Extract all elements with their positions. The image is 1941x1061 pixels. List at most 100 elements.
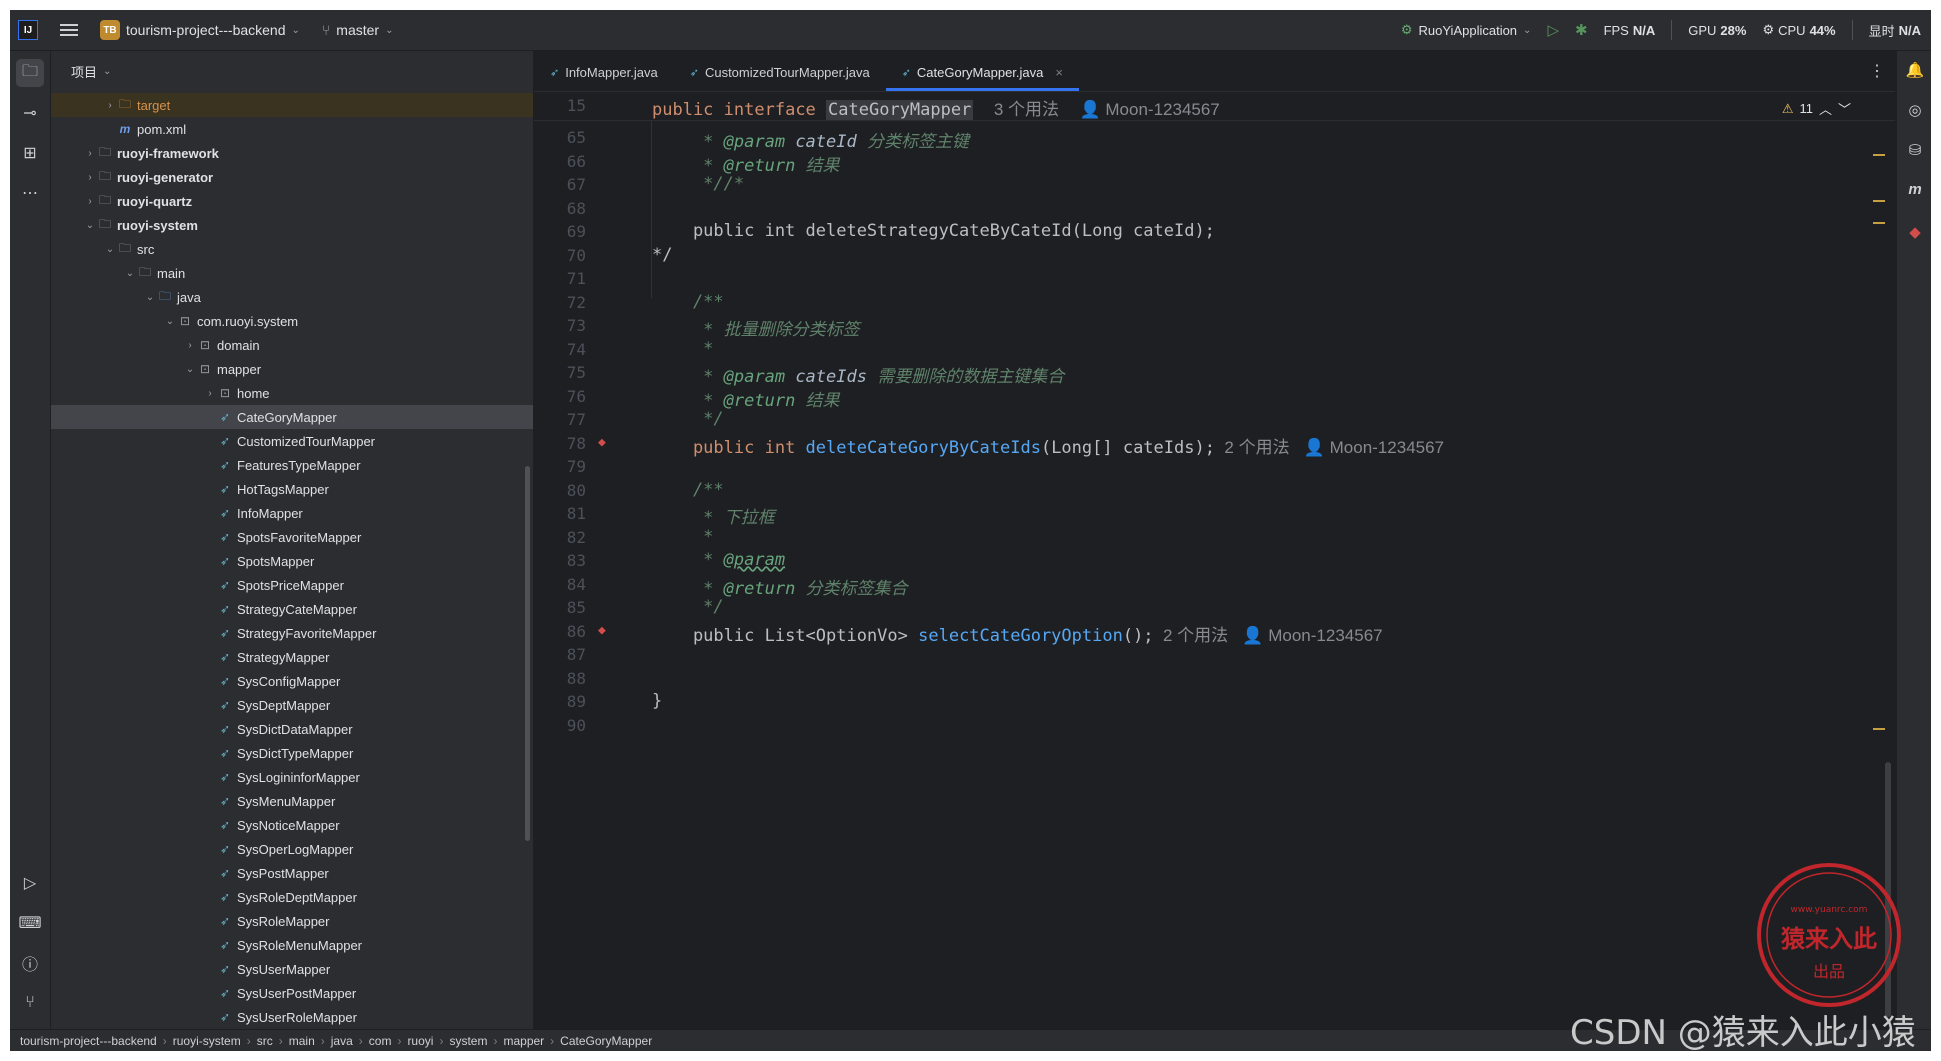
tree-row[interactable]: ➶ StrategyFavoriteMapper	[51, 621, 533, 645]
problems-icon[interactable]: ⓘ	[16, 949, 44, 977]
mybatis-icon[interactable]: ◆	[1905, 223, 1925, 243]
tree-row[interactable]: ➶ CustomizedTourMapper	[51, 429, 533, 453]
maven-icon[interactable]: m	[1905, 181, 1925, 201]
inlay-hint[interactable]: 👤 Moon-1234567	[1304, 438, 1444, 457]
tree-row[interactable]: › 🗀 ruoyi-generator	[51, 165, 533, 189]
tree-row[interactable]: ➶ SysRoleMapper	[51, 909, 533, 933]
code-view[interactable]: 15 public interface CateGoryMapper 3 个用法…	[534, 92, 1895, 1029]
tree-row[interactable]: ➶ SysMenuMapper	[51, 789, 533, 813]
commit-icon[interactable]: ⊸	[16, 99, 44, 127]
tab-options-icon[interactable]: ⋮	[1869, 61, 1885, 81]
chevron-right-icon[interactable]: ›	[103, 100, 117, 111]
editor-tab[interactable]: ➶ InfoMapper.java	[534, 53, 674, 91]
tree-row[interactable]: ➶ SpotsMapper	[51, 549, 533, 573]
chevron-up-icon[interactable]: ︿	[1819, 99, 1832, 118]
sticky-header[interactable]: 15 public interface CateGoryMapper 3 个用法…	[534, 92, 1895, 121]
breadcrumb-item[interactable]: ruoyi-system	[173, 1034, 241, 1048]
tree-row[interactable]: ➶ SysDictTypeMapper	[51, 741, 533, 765]
tree-row[interactable]: ⌄ ⊡ mapper	[51, 357, 533, 381]
tree-row[interactable]: › 🗀 target	[51, 93, 533, 117]
chevron-down-icon[interactable]: ⌄	[143, 292, 157, 303]
tree-row[interactable]: ➶ SysLogininforMapper	[51, 765, 533, 789]
inlay-hint[interactable]: 2 个用法	[1154, 626, 1243, 645]
notifications-icon[interactable]: 🔔	[1905, 61, 1925, 81]
breadcrumb-item[interactable]: src	[257, 1034, 273, 1048]
chevron-down-icon[interactable]: ﹀	[1838, 99, 1851, 118]
tree-row[interactable]: ⌄ 🗀 java	[51, 285, 533, 309]
services-icon[interactable]: ▷	[16, 869, 44, 897]
tree-row[interactable]: ➶ SysDictDataMapper	[51, 717, 533, 741]
tree-row[interactable]: ➶ SysOperLogMapper	[51, 837, 533, 861]
structure-icon[interactable]: ⊞	[16, 139, 44, 167]
error-stripe-mark[interactable]	[1873, 154, 1885, 156]
error-stripe-mark[interactable]	[1873, 728, 1885, 730]
editor-tab[interactable]: ➶ CateGoryMapper.java ×	[885, 53, 1080, 91]
project-panel-header[interactable]: 项目 ⌄	[51, 51, 533, 91]
tree-row[interactable]: ➶ FeaturesTypeMapper	[51, 453, 533, 477]
tree-row[interactable]: ➶ HotTagsMapper	[51, 477, 533, 501]
tree-row[interactable]: ➶ SysRoleDeptMapper	[51, 885, 533, 909]
breadcrumb-item[interactable]: main	[289, 1034, 315, 1048]
chevron-down-icon[interactable]: ⌄	[83, 220, 97, 231]
tree-row[interactable]: › 🗀 ruoyi-quartz	[51, 189, 533, 213]
tree-row[interactable]: ➶ SysDeptMapper	[51, 693, 533, 717]
tree-row[interactable]: m pom.xml	[51, 117, 533, 141]
chevron-right-icon[interactable]: ›	[83, 196, 97, 207]
tree-row[interactable]: ➶ SpotsFavoriteMapper	[51, 525, 533, 549]
chevron-down-icon[interactable]: ⌄	[123, 268, 137, 279]
tree-row[interactable]: › ⊡ home	[51, 381, 533, 405]
breadcrumb-item[interactable]: CateGoryMapper	[560, 1034, 652, 1048]
chevron-right-icon[interactable]: ›	[183, 340, 197, 351]
breadcrumb-item[interactable]: tourism-project---backend	[20, 1034, 157, 1048]
more-tools-icon[interactable]: ⋯	[16, 179, 44, 207]
tree-row[interactable]: ➶ SysUserMapper	[51, 957, 533, 981]
chevron-right-icon[interactable]: ›	[83, 148, 97, 159]
tree-row[interactable]: ➶ SysUserRoleMapper	[51, 1005, 533, 1029]
error-stripe-mark[interactable]	[1873, 222, 1885, 224]
close-tab-icon[interactable]: ×	[1055, 65, 1063, 80]
main-menu-icon[interactable]	[60, 24, 78, 36]
breadcrumb-item[interactable]: mapper	[503, 1034, 544, 1048]
breadcrumb-item[interactable]: ruoyi	[407, 1034, 433, 1048]
tree-row[interactable]: › 🗀 ruoyi-framework	[51, 141, 533, 165]
tree-row[interactable]: ➶ StrategyCateMapper	[51, 597, 533, 621]
tree-row[interactable]: ⌄ 🗀 main	[51, 261, 533, 285]
chevron-right-icon[interactable]: ›	[203, 388, 217, 399]
tree-row[interactable]: ➶ SysConfigMapper	[51, 669, 533, 693]
tree-row[interactable]: ⌄ ⊡ com.ruoyi.system	[51, 309, 533, 333]
tree-row[interactable]: ➶ StrategyMapper	[51, 645, 533, 669]
tree-row[interactable]: ⌄ 🗀 ruoyi-system	[51, 213, 533, 237]
project-scrollbar[interactable]	[525, 466, 530, 841]
terminal-icon[interactable]: ⌨	[16, 909, 44, 937]
inlay-hint[interactable]: 👤 Moon-1234567	[1242, 626, 1382, 645]
database-icon[interactable]: ⛁	[1905, 141, 1925, 161]
breadcrumb-item[interactable]: system	[449, 1034, 487, 1048]
inlay-hint[interactable]: 2 个用法	[1215, 438, 1304, 457]
chevron-down-icon[interactable]: ⌄	[103, 244, 117, 255]
breadcrumb-item[interactable]: com	[369, 1034, 392, 1048]
tree-row[interactable]: › ⊡ domain	[51, 333, 533, 357]
tree-row[interactable]: ➶ SysUserPostMapper	[51, 981, 533, 1005]
error-stripe-mark[interactable]	[1873, 200, 1885, 202]
chevron-right-icon[interactable]: ›	[83, 172, 97, 183]
ai-assistant-icon[interactable]: ◎	[1905, 101, 1925, 121]
tree-row[interactable]: ➶ InfoMapper	[51, 501, 533, 525]
chevron-down-icon[interactable]: ⌄	[183, 364, 197, 375]
project-view-icon[interactable]: 🗀	[16, 59, 44, 87]
mybatis-impl-icon[interactable]: ◆	[598, 435, 614, 451]
breadcrumb-item[interactable]: java	[331, 1034, 353, 1048]
usages-hint[interactable]: 3 个用法	[994, 100, 1059, 119]
inspection-widget[interactable]: ⚠ 11 ︿ ﹀	[1782, 99, 1851, 118]
tree-row[interactable]: ➶ SysPostMapper	[51, 861, 533, 885]
tree-row[interactable]: ➶ SysRoleMenuMapper	[51, 933, 533, 957]
chevron-down-icon[interactable]: ⌄	[163, 316, 177, 327]
run-config-selector[interactable]: ⚙ RuoYiApplication ⌄	[1401, 22, 1532, 38]
mybatis-impl-icon[interactable]: ◆	[598, 623, 614, 639]
debug-icon[interactable]: ✱	[1575, 21, 1588, 39]
tree-row[interactable]: ➶ SysNoticeMapper	[51, 813, 533, 837]
author-hint[interactable]: 👤 Moon-1234567	[1080, 100, 1220, 119]
tree-row[interactable]: ➶ CateGoryMapper	[51, 405, 533, 429]
git-icon[interactable]: ⑂	[16, 989, 44, 1017]
branch-switcher[interactable]: ⑂ master ⌄	[322, 22, 394, 38]
project-switcher[interactable]: TB tourism-project---backend ⌄	[78, 20, 300, 40]
